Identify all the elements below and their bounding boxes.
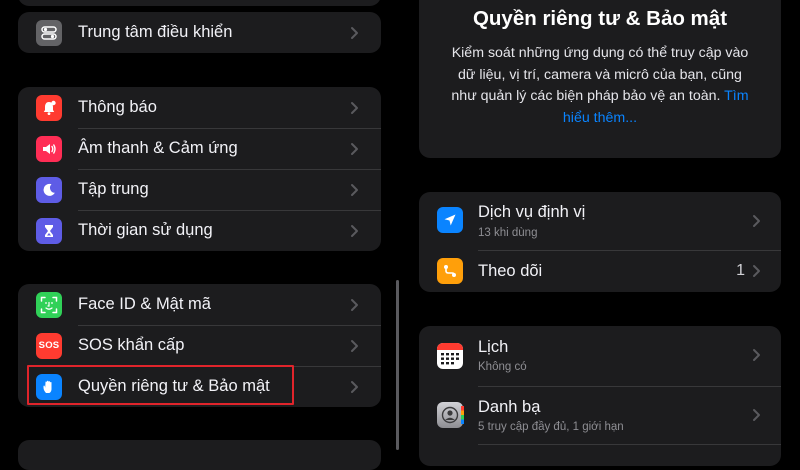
sos-icon-text: SOS (38, 340, 60, 351)
tracking-title: Theo dõi (478, 262, 543, 280)
chevron-right-icon (351, 26, 358, 39)
calendars-title: Lịch (478, 338, 509, 356)
chevron-right-icon (351, 183, 358, 196)
notifications-group: Thông báo Âm thanh & Cảm ứng Tập trung T… (18, 87, 381, 251)
control-center-group: Trung tâm điều khiển (18, 12, 381, 53)
page-title: Quyền riêng tư & Bảo mật (472, 7, 728, 30)
location-services-subtitle: 13 khi dùng (478, 227, 538, 239)
description-text: Kiểm soát những ứng dụng có thể truy cập… (451, 45, 749, 104)
chevron-right-icon (753, 215, 760, 227)
contacts-title: Danh bạ (478, 398, 541, 416)
speaker-icon (36, 135, 62, 162)
control-center-icon (36, 19, 62, 46)
settings-item-calendars[interactable]: Lịch Không có (419, 326, 781, 384)
left-bottom-partial-card (18, 440, 381, 470)
settings-item-label: Trung tâm điều khiển (78, 23, 233, 41)
left-top-partial-card (18, 0, 381, 6)
page-description: Kiểm soát những ứng dụng có thể truy cập… (449, 43, 751, 129)
privacy-header-card: Quyền riêng tư & Bảo mật Kiểm soát những… (419, 0, 781, 158)
tracking-count: 1 (736, 262, 745, 279)
settings-item-label: Face ID & Mật mã (78, 295, 211, 313)
calendar-icon (437, 343, 463, 369)
settings-item-label: Âm thanh & Cảm ứng (78, 139, 238, 157)
settings-item-label: Thông báo (78, 98, 157, 116)
chevron-right-icon (351, 380, 358, 393)
location-arrow-icon (437, 207, 463, 233)
hourglass-icon (36, 217, 62, 244)
tracking-icon (437, 258, 463, 284)
app-permissions-group: Lịch Không có Danh bạ 5 truy cập đầy đủ,… (419, 326, 781, 466)
chevron-right-icon (351, 101, 358, 114)
settings-item-notifications[interactable]: Thông báo (18, 87, 381, 128)
moon-icon (36, 176, 62, 203)
contacts-icon (437, 402, 464, 428)
calendars-subtitle: Không có (478, 361, 527, 373)
chevron-right-icon (753, 409, 760, 421)
sos-icon: SOS (36, 332, 62, 359)
settings-item-contacts[interactable]: Danh bạ 5 truy cập đầy đủ, 1 giới hạn (419, 386, 781, 444)
settings-item-face-id[interactable]: Face ID & Mật mã (18, 284, 381, 325)
location-services-title: Dịch vụ định vị (478, 203, 586, 221)
bell-icon (36, 94, 62, 121)
settings-item-focus[interactable]: Tập trung (18, 169, 381, 210)
settings-item-location-services[interactable]: Dịch vụ định vị 13 khi dùng (419, 192, 781, 248)
settings-item-label: SOS khẩn cấp (78, 336, 185, 354)
location-tracking-group: Dịch vụ định vị 13 khi dùng Theo dõi 1 (419, 192, 781, 292)
scrollbar[interactable] (396, 280, 399, 450)
face-id-icon (36, 291, 62, 318)
settings-item-emergency-sos[interactable]: SOS SOS khẩn cấp (18, 325, 381, 366)
chevron-right-icon (351, 298, 358, 311)
settings-item-label: Tập trung (78, 180, 149, 198)
chevron-right-icon (351, 339, 358, 352)
settings-item-label: Thời gian sử dụng (78, 221, 213, 239)
settings-item-control-center[interactable]: Trung tâm điều khiển (18, 12, 381, 53)
divider (478, 444, 781, 445)
chevron-right-icon (351, 224, 358, 237)
settings-item-sounds-haptics[interactable]: Âm thanh & Cảm ứng (18, 128, 381, 169)
settings-item-tracking[interactable]: Theo dõi 1 (419, 250, 781, 292)
contacts-subtitle: 5 truy cập đầy đủ, 1 giới hạn (478, 421, 624, 433)
chevron-right-icon (351, 142, 358, 155)
settings-item-screen-time[interactable]: Thời gian sử dụng (18, 210, 381, 251)
privacy-highlight-box (27, 365, 294, 405)
chevron-right-icon (753, 265, 760, 277)
chevron-right-icon (753, 349, 760, 361)
